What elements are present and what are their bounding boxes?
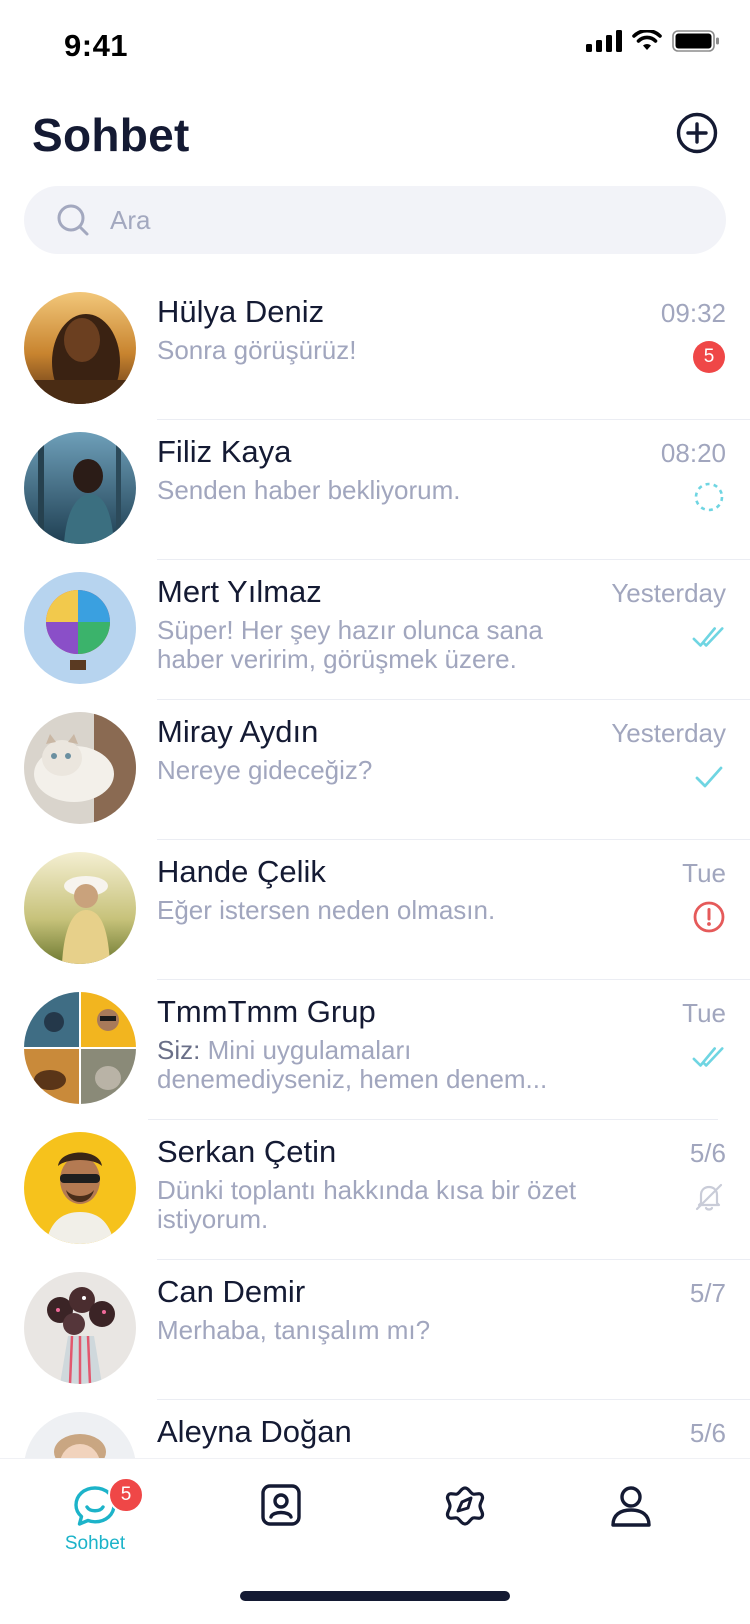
contact-name: TmmTmm Grup (157, 994, 376, 1029)
message-sender: Siz: (157, 1036, 201, 1065)
battery-icon (672, 30, 719, 52)
home-indicator (240, 1591, 510, 1601)
tab-label: Sohbet (64, 1533, 126, 1554)
chat-row[interactable]: Mert Yılmaz Süper! Her şey hazır olunca … (0, 560, 750, 700)
discover-icon (445, 1486, 485, 1526)
avatar (24, 432, 136, 544)
last-message: Dünki toplantı hakkında kısa bir özet is… (157, 1176, 577, 1234)
wifi-icon (632, 30, 662, 50)
avatar (24, 712, 136, 824)
error-icon (693, 901, 725, 933)
avatar (24, 572, 136, 684)
contacts-icon (261, 1484, 301, 1526)
chat-row[interactable]: TmmTmm Grup Siz: Mini uygulamaları denem… (0, 980, 750, 1120)
chat-row[interactable]: Can Demir Merhaba, tanışalım mı? 5/7 (0, 1260, 750, 1400)
chat-row[interactable]: Hülya Deniz Sonra görüşürüz! 09:32 5 (0, 280, 750, 420)
tab-contacts[interactable] (236, 1483, 326, 1563)
message-status (692, 480, 726, 514)
message-status (692, 1040, 726, 1074)
double-check-icon (692, 1047, 724, 1067)
message-time: Tue (682, 998, 726, 1028)
tab-chats[interactable]: Sohbet 5 (50, 1477, 144, 1563)
message-status: 5 (692, 340, 726, 374)
message-time: Yesterday (611, 578, 726, 608)
unread-badge: 5 (693, 341, 725, 373)
avatar (24, 1272, 136, 1384)
tab-badge: 5 (108, 1477, 144, 1513)
search-input[interactable] (110, 204, 670, 236)
chat-row[interactable]: Miray Aydın Nereye gideceğiz? Yesterday (0, 700, 750, 840)
contact-name: Miray Aydın (157, 714, 319, 749)
avatar (24, 1412, 136, 1458)
last-message: Süper! Her şey hazır olunca sana haber v… (157, 616, 543, 674)
message-time: 5/6 (689, 1138, 726, 1168)
last-message: Eğer istersen neden olmasın. (157, 896, 496, 925)
last-message: Siz: Mini uygulamaları denemediyseniz, h… (157, 1036, 597, 1094)
status-time: 9:41 (64, 28, 129, 63)
message-time: 5/6 (689, 1418, 726, 1448)
double-check-icon (692, 627, 724, 647)
page-title: Sohbet (32, 109, 190, 161)
message-status (692, 760, 726, 794)
contact-name: Can Demir (157, 1274, 306, 1309)
message-status (692, 620, 726, 654)
last-message: Merhaba, tanışalım mı? (157, 1316, 431, 1345)
message-text: Mini uygulamaları denemediyseniz, hemen … (157, 1036, 548, 1094)
message-time: Tue (682, 858, 726, 888)
chat-row[interactable]: Hande Çelik Eğer istersen neden olmasın.… (0, 840, 750, 980)
tab-discover[interactable] (420, 1483, 510, 1563)
contact-name: Filiz Kaya (157, 434, 292, 469)
pending-icon (694, 482, 724, 512)
avatar (24, 1132, 136, 1244)
profile-icon (611, 1486, 651, 1527)
last-message: Sonra görüşürüz! (157, 336, 357, 365)
status-icons (586, 30, 720, 52)
message-time: 5/7 (689, 1278, 726, 1308)
plus-circle-icon (676, 112, 718, 154)
last-message: Senden haber bekliyorum. (157, 476, 461, 505)
avatar (24, 292, 136, 404)
chat-list: Hülya Deniz Sonra görüşürüz! 09:32 5 Fil… (0, 280, 750, 1458)
new-chat-button[interactable] (674, 110, 720, 156)
last-message: Nereye gideceğiz? (157, 756, 373, 785)
contact-name: Hande Çelik (157, 854, 326, 889)
chat-row[interactable]: Filiz Kaya Senden haber bekliyorum. 08:2… (0, 420, 750, 560)
muted-bell-icon (695, 1183, 723, 1211)
chat-row[interactable]: Aleyna Doğan 5/6 (0, 1400, 750, 1458)
search-bar[interactable] (24, 186, 726, 254)
contact-name: Aleyna Doğan (157, 1414, 352, 1449)
avatar (24, 852, 136, 964)
tab-profile[interactable] (586, 1483, 676, 1563)
avatar (24, 992, 136, 1104)
chat-row[interactable]: Serkan Çetin Dünki toplantı hakkında kıs… (0, 1120, 750, 1260)
message-status (692, 1180, 726, 1214)
message-time: 08:20 (660, 438, 726, 468)
check-icon (695, 766, 723, 788)
message-time: Yesterday (611, 718, 726, 748)
search-icon (56, 203, 90, 237)
message-time: 09:32 (660, 298, 726, 328)
header: Sohbet (0, 94, 750, 184)
status-bar: 9:41 (0, 0, 750, 94)
contact-name: Hülya Deniz (157, 294, 325, 329)
message-status (692, 900, 726, 934)
cellular-signal-icon (586, 30, 622, 52)
contact-name: Mert Yılmaz (157, 574, 322, 609)
contact-name: Serkan Çetin (157, 1134, 337, 1169)
